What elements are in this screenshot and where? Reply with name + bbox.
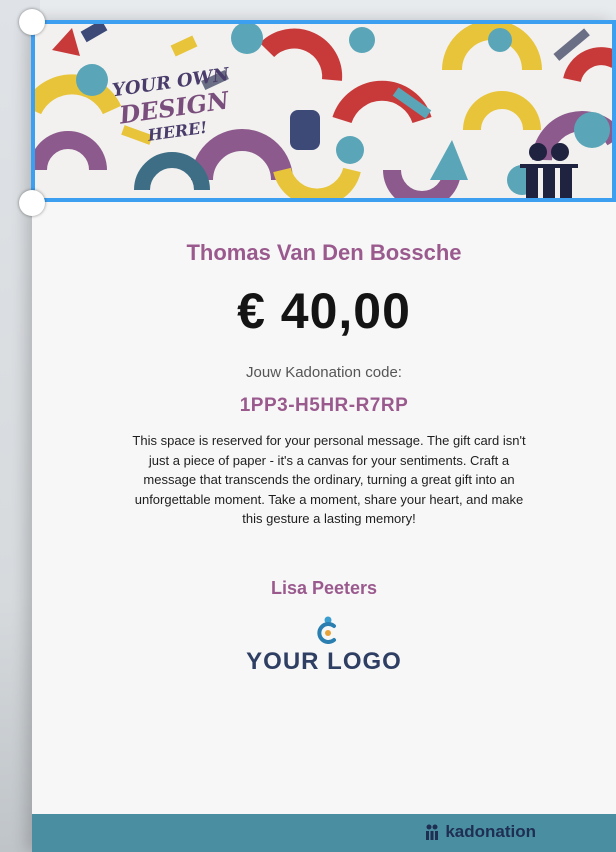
resize-handle-top-left[interactable] xyxy=(19,9,45,35)
logo-mark-icon xyxy=(317,616,336,644)
gift-code: 1PP3-H5HR-R7RP xyxy=(239,395,409,416)
footer-brand-text: kadonation xyxy=(445,822,536,841)
logo-text: YOUR LOGO xyxy=(246,648,402,675)
kadonation-footer-icon xyxy=(426,824,439,840)
personal-message: This space is reserved for your personal… xyxy=(132,433,526,526)
kadonation-gift-icon xyxy=(520,143,578,200)
banner-design-image[interactable]: YOUR OWN DESIGN HERE! xyxy=(32,20,616,202)
footer-brand: kadonation xyxy=(425,822,536,842)
code-label: Jouw Kadonation code: xyxy=(246,364,402,381)
gift-card-preview: YOUR OWN DESIGN HERE! Thomas Van Den Bos… xyxy=(32,20,616,852)
resize-handle-bottom-left[interactable] xyxy=(19,190,45,216)
gift-amount: € 40,00 xyxy=(237,283,411,339)
recipient-name: Thomas Van Den Bossche xyxy=(186,240,462,265)
card-footer: kadonation xyxy=(32,814,616,852)
sender-name: Lisa Peeters xyxy=(270,578,378,598)
